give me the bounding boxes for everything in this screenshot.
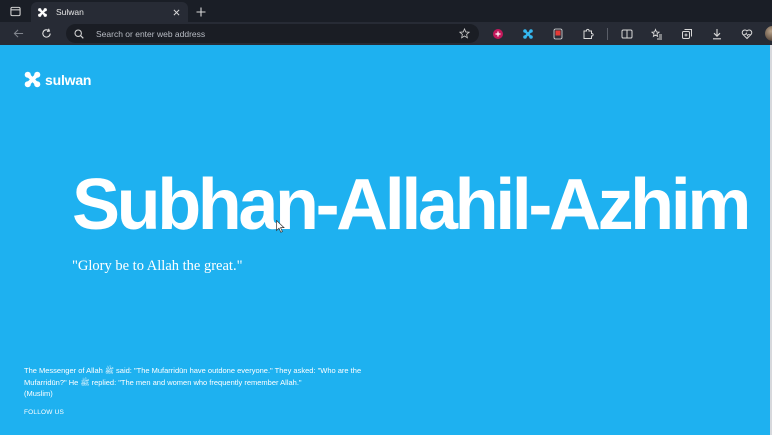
- collections-button[interactable]: [677, 24, 697, 44]
- sulwan-logo[interactable]: sulwan: [23, 70, 91, 89]
- browser-essentials-button[interactable]: [737, 24, 757, 44]
- follow-us-label: FOLLOW US: [24, 409, 65, 416]
- extensions-button[interactable]: [578, 24, 598, 44]
- puzzle-icon: [583, 28, 594, 39]
- favorites-button[interactable]: [647, 24, 667, 44]
- brand-name: sulwan: [45, 71, 92, 88]
- split-screen-icon: [621, 29, 633, 38]
- favorite-star-icon[interactable]: [459, 28, 470, 39]
- puzzle-pink-icon: [493, 28, 503, 39]
- collections-icon: [682, 28, 692, 39]
- close-tab-icon[interactable]: [170, 6, 182, 18]
- bookmark-red-icon: [553, 28, 563, 39]
- toolbar-divider: [607, 27, 608, 40]
- mouse-cursor-icon: [276, 220, 285, 233]
- page-subtitle: "Glory be to Allah the great.": [72, 258, 243, 274]
- profile-avatar[interactable]: [765, 26, 772, 41]
- reload-button[interactable]: [35, 24, 57, 44]
- web-page: sulwan Subhan-Allahil-Azhim "Glory be to…: [0, 45, 772, 435]
- downloads-button[interactable]: [707, 24, 727, 44]
- address-bar[interactable]: [66, 24, 479, 43]
- tab-title: Sulwan: [56, 7, 84, 17]
- refresh-icon: [41, 28, 51, 38]
- arrow-left-icon: [13, 29, 23, 38]
- back-button[interactable]: [7, 24, 29, 44]
- address-input[interactable]: [96, 28, 436, 39]
- hadith-text: The Messenger of Allah ﷺ said: "The Mufa…: [24, 366, 362, 387]
- extension-red-button[interactable]: [548, 24, 568, 44]
- browser-toolbar: [0, 22, 772, 45]
- tab-sulwan[interactable]: Sulwan: [31, 2, 188, 22]
- search-icon: [74, 28, 84, 39]
- hadith-source: (Muslim): [24, 389, 53, 398]
- tab-actions-button[interactable]: [0, 0, 30, 22]
- new-tab-button[interactable]: [188, 2, 214, 22]
- page-title: Subhan-Allahil-Azhim: [72, 165, 751, 245]
- extensions-row: [488, 22, 772, 45]
- window-icon: [9, 6, 21, 16]
- heart-pulse-icon: [741, 28, 753, 39]
- browser-tab-bar: Sulwan: [0, 0, 772, 22]
- sulwan-logo-icon: [24, 71, 41, 88]
- split-screen-button[interactable]: [617, 24, 637, 44]
- sulwan-favicon-icon: [37, 7, 48, 18]
- sulwan-extension-icon: [523, 28, 533, 39]
- extension-sulwan-button[interactable]: [518, 24, 538, 44]
- plus-icon: [196, 7, 206, 17]
- download-icon: [713, 28, 721, 39]
- extension-pink-button[interactable]: [488, 24, 508, 44]
- favorites-list-icon: [651, 27, 662, 39]
